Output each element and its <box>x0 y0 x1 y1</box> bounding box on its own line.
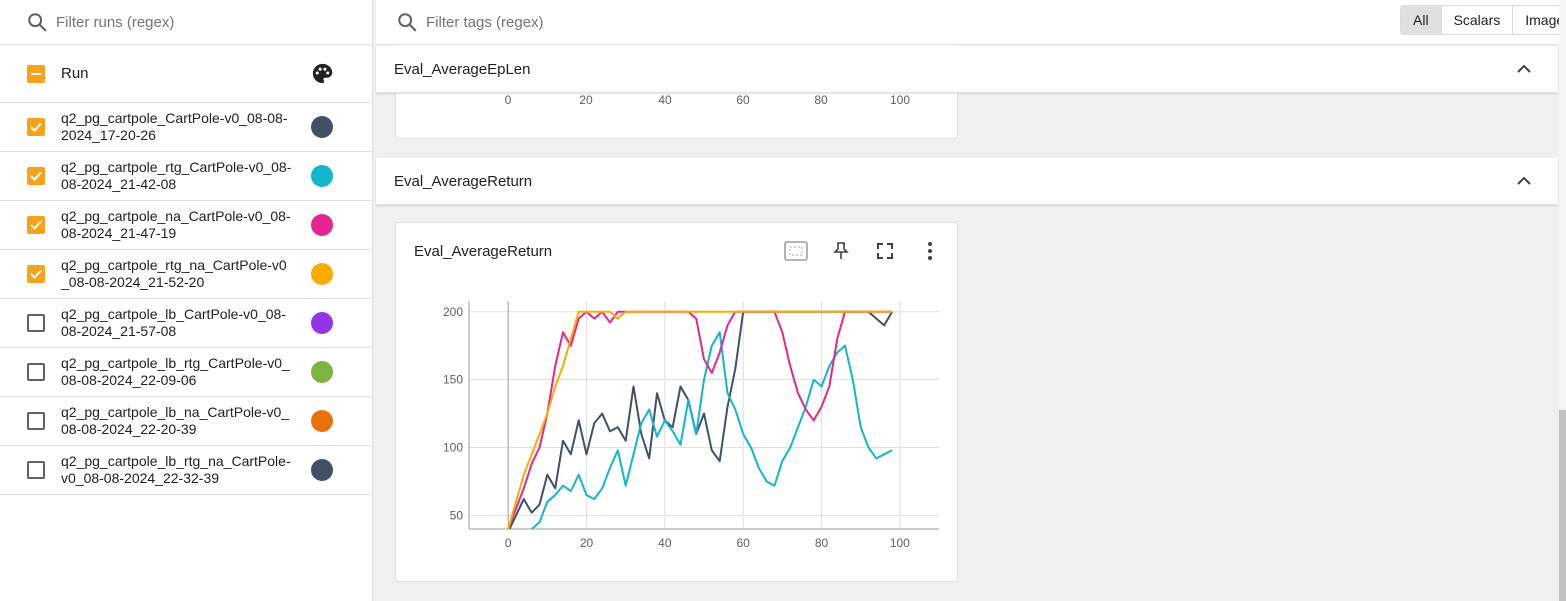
run-checkbox[interactable] <box>27 363 45 381</box>
tab-scalars[interactable]: Scalars <box>1442 6 1514 34</box>
check-icon <box>30 220 42 230</box>
run-color-swatch[interactable] <box>311 165 333 187</box>
run-row[interactable]: q2_pg_cartpole_lb_rtg_CartPole-v0_08-08-… <box>0 348 372 397</box>
run-checkbox[interactable] <box>27 412 45 430</box>
y-tick-label: 150 <box>443 373 463 387</box>
run-name: q2_pg_cartpole_lb_rtg_na_CartPole-v0_08-… <box>61 453 291 486</box>
run-checkbox[interactable] <box>27 216 45 234</box>
check-icon <box>30 122 42 132</box>
group-header-eval-averagereturn[interactable]: Eval_AverageReturn <box>376 158 1558 205</box>
check-icon <box>30 269 42 279</box>
group-header-eval-averageeplen[interactable]: Eval_AverageEpLen <box>376 46 1558 93</box>
run-row[interactable]: q2_pg_cartpole_lb_rtg_na_CartPole-v0_08-… <box>0 446 372 495</box>
tags-filter-bar: All Scalars Image <box>376 0 1566 45</box>
run-color-swatch[interactable] <box>311 410 333 432</box>
run-name: q2_pg_cartpole_rtg_na_CartPole-v0_08-08-… <box>61 257 287 290</box>
run-color-swatch[interactable] <box>311 459 333 481</box>
run-name: q2_pg_cartpole_rtg_CartPole-v0_08-08-202… <box>61 159 292 192</box>
y-tick-label: 100 <box>443 441 463 455</box>
x-tick-label: 80 <box>815 536 829 550</box>
more-vert-icon[interactable] <box>926 241 934 261</box>
run-name: q2_pg_cartpole_lb_rtg_CartPole-v0_08-08-… <box>61 355 290 388</box>
run-checkbox[interactable] <box>27 314 45 332</box>
chevron-up-icon[interactable] <box>1516 61 1532 77</box>
prev-x-tick: 40 <box>658 93 672 107</box>
fullscreen-icon[interactable] <box>876 242 894 260</box>
runs-sidebar: Run q2_pg_cartpole_CartPole-v0_08-08-202… <box>0 0 373 601</box>
run-color-swatch[interactable] <box>311 214 333 236</box>
chevron-up-icon[interactable] <box>1516 173 1532 189</box>
runs-filter-input[interactable] <box>56 13 336 31</box>
run-row[interactable]: q2_pg_cartpole_lb_CartPole-v0_08-08-2024… <box>0 299 372 348</box>
run-row[interactable]: q2_pg_cartpole_rtg_CartPole-v0_08-08-202… <box>0 152 372 201</box>
run-name: q2_pg_cartpole_lb_na_CartPole-v0_08-08-2… <box>61 404 290 437</box>
x-tick-label: 60 <box>736 536 750 550</box>
run-header-row: Run <box>0 45 372 103</box>
tags-filter-input[interactable] <box>426 13 706 31</box>
run-color-swatch[interactable] <box>311 116 333 138</box>
prev-x-tick: 60 <box>736 93 750 107</box>
search-icon <box>28 13 47 32</box>
line-chart[interactable]: 50 100 150 200 0 20 40 60 80 100 <box>396 223 957 581</box>
chart-card: 50 100 150 200 0 20 40 60 80 100 Eval_AverageRetu… <box>395 222 958 582</box>
group-title: Eval_AverageReturn <box>394 172 533 190</box>
run-name: q2_pg_cartpole_lb_CartPole-v0_08-08-2024… <box>61 306 286 339</box>
x-tick-label: 20 <box>580 536 594 550</box>
series-line <box>507 310 892 529</box>
run-row[interactable]: q2_pg_cartpole_lb_na_CartPole-v0_08-08-2… <box>0 397 372 446</box>
y-tick-label: 50 <box>450 508 464 522</box>
run-checkbox[interactable] <box>27 167 45 185</box>
series-line <box>508 310 893 529</box>
x-tick-label: 40 <box>658 536 672 550</box>
palette-icon[interactable] <box>311 62 334 85</box>
series-line <box>507 310 892 529</box>
run-color-swatch[interactable] <box>311 312 333 334</box>
prev-x-tick: 80 <box>814 93 828 107</box>
prev-x-tick: 0 <box>505 93 512 107</box>
scrollbar-thumb[interactable] <box>1559 410 1566 601</box>
run-color-swatch[interactable] <box>311 263 333 285</box>
run-column-label: Run <box>61 65 89 82</box>
run-color-swatch[interactable] <box>311 361 333 383</box>
run-name: q2_pg_cartpole_na_CartPole-v0_08-08-2024… <box>61 208 291 241</box>
scrollbar-track[interactable] <box>1559 0 1566 601</box>
run-row[interactable]: q2_pg_cartpole_CartPole-v0_08-08-2024_17… <box>0 103 372 152</box>
tab-all[interactable]: All <box>1401 6 1442 34</box>
search-icon <box>398 13 417 32</box>
run-checkbox[interactable] <box>27 461 45 479</box>
run-row[interactable]: q2_pg_cartpole_rtg_na_CartPole-v0_08-08-… <box>0 250 372 299</box>
run-list: q2_pg_cartpole_CartPole-v0_08-08-2024_17… <box>0 103 372 495</box>
y-tick-label: 200 <box>443 305 463 319</box>
group-title: Eval_AverageEpLen <box>394 60 531 78</box>
main-panel: 0 20 40 60 80 100 All Scalars Image Eval… <box>376 0 1566 601</box>
pin-icon[interactable] <box>833 241 849 261</box>
x-tick-label: 100 <box>890 536 910 550</box>
plugin-type-toggle: All Scalars Image <box>1400 5 1566 35</box>
select-all-checkbox[interactable] <box>27 64 45 83</box>
check-icon <box>30 171 42 181</box>
runs-filter-bar <box>0 0 372 45</box>
fit-domain-icon[interactable] <box>783 240 809 262</box>
run-checkbox[interactable] <box>27 265 45 283</box>
prev-x-tick: 20 <box>579 93 593 107</box>
run-checkbox[interactable] <box>27 118 45 136</box>
run-name: q2_pg_cartpole_CartPole-v0_08-08-2024_17… <box>61 110 288 143</box>
run-row[interactable]: q2_pg_cartpole_na_CartPole-v0_08-08-2024… <box>0 201 372 250</box>
prev-x-tick: 100 <box>890 93 910 107</box>
card-title: Eval_AverageReturn <box>414 243 553 260</box>
x-tick-label: 0 <box>505 536 512 550</box>
